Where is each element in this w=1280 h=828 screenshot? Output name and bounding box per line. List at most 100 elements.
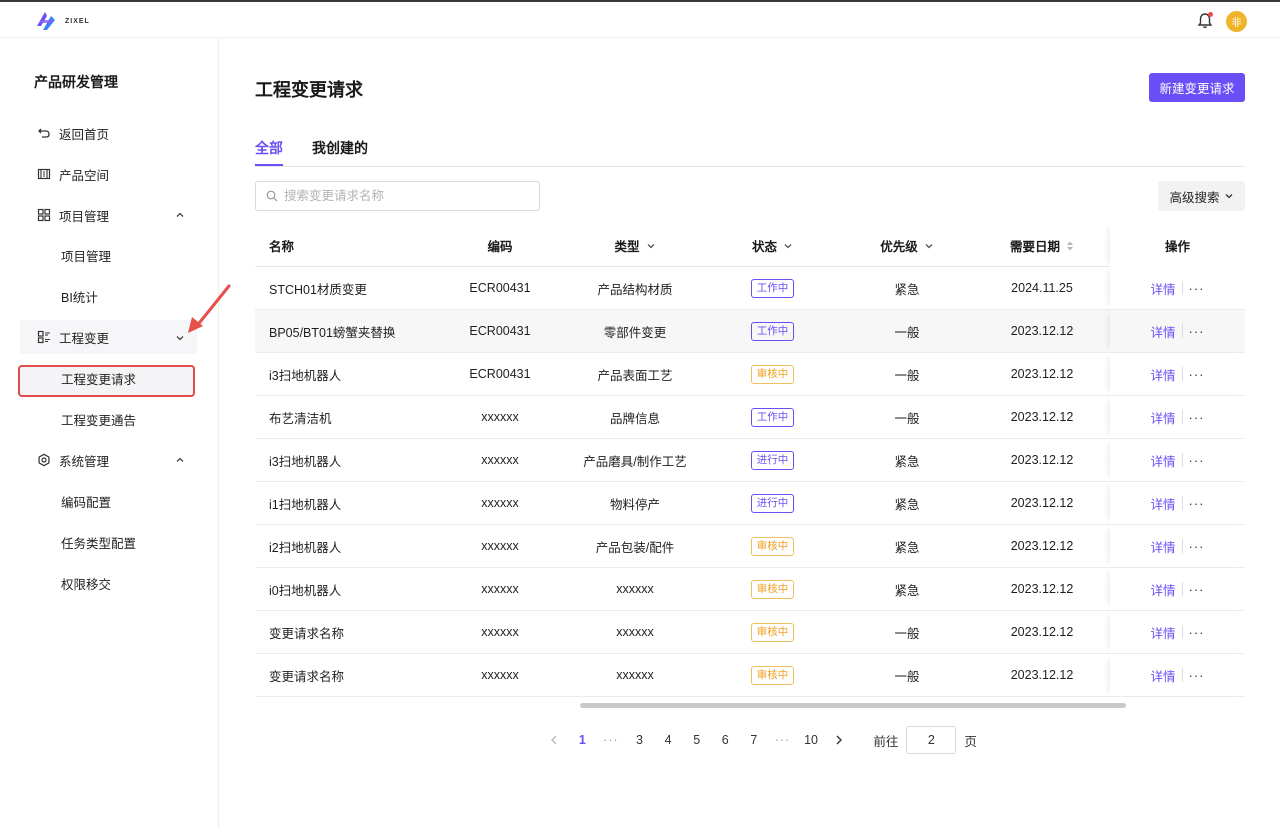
cell-priority: 一般 [894, 368, 920, 383]
sidebar-subitem-permission-transfer[interactable]: 权限移交 [61, 572, 111, 594]
logo-mark-icon [37, 12, 55, 30]
more-actions-icon[interactable]: ··· [1189, 625, 1205, 640]
table-row[interactable]: i2扫地机器人 xxxxxx 产品包装/配件 审核中 紧急 2023.12.12 详情 ··· [255, 525, 1245, 568]
sidebar-subitem-bi-stats[interactable]: BI统计 [61, 285, 98, 307]
table-row[interactable]: 变更请求名称 xxxxxx xxxxxx 审核中 一般 2023.12.12 详情 ··· [255, 654, 1245, 697]
chevron-up-icon[interactable] [174, 209, 186, 221]
sidebar-item-engineering-change[interactable]: 工程变更 [37, 326, 109, 348]
details-link[interactable]: 详情 [1150, 623, 1175, 642]
chevron-left-icon[interactable] [540, 733, 568, 747]
table-row[interactable]: i3扫地机器人 ECR00431 产品表面工艺 审核中 一般 2023.12.12 详情 ··… [255, 353, 1245, 396]
details-link[interactable]: 详情 [1150, 451, 1175, 470]
details-link[interactable]: 详情 [1150, 494, 1175, 513]
sidebar-subitem-ecn[interactable]: 工程变更通告 [61, 408, 136, 430]
search-input[interactable] [284, 189, 524, 203]
cell-actions: 详情 ··· [1110, 611, 1245, 653]
details-link[interactable]: 详情 [1150, 580, 1175, 599]
page-number[interactable]: 5 [682, 733, 711, 747]
avatar[interactable]: 非 [1226, 11, 1247, 32]
chevron-down-icon[interactable] [174, 332, 186, 344]
sidebar-item-label: 产品空间 [59, 168, 110, 183]
action-divider [1181, 324, 1183, 338]
search-box[interactable] [255, 181, 540, 211]
column-header-code: 编码 [487, 240, 513, 254]
sidebar-subitem-code-config[interactable]: 编码配置 [61, 490, 111, 512]
more-actions-icon[interactable]: ··· [1189, 281, 1205, 296]
details-link[interactable]: 详情 [1150, 537, 1175, 556]
details-link[interactable]: 详情 [1150, 365, 1175, 384]
more-actions-icon[interactable]: ··· [1189, 410, 1205, 425]
page-ellipsis[interactable]: ··· [768, 733, 797, 747]
cell-date: 2023.12.12 [1010, 367, 1074, 381]
table-header: 名称 编码 类型 状态 优先级 需要日期 操作 [255, 224, 1245, 267]
page-number[interactable]: 4 [654, 733, 683, 747]
advanced-search-button[interactable]: 高级搜索 [1158, 181, 1245, 211]
logo[interactable]: ZIXEL [33, 8, 90, 34]
page-number[interactable]: 3 [625, 733, 654, 747]
table-row[interactable]: 变更请求名称 xxxxxx xxxxxx 审核中 一般 2023.12.12 详情 ··· [255, 611, 1245, 654]
action-divider [1181, 367, 1183, 381]
more-actions-icon[interactable]: ··· [1189, 453, 1205, 468]
sidebar-title: 产品研发管理 [34, 74, 118, 90]
chevron-right-icon[interactable] [825, 733, 853, 747]
table-row[interactable]: BP05/BT01螃蟹夹替换 ECR00431 零部件变更 工作中 一般 2023.12.… [255, 310, 1245, 353]
more-actions-icon[interactable]: ··· [1189, 496, 1205, 511]
details-link[interactable]: 详情 [1150, 408, 1175, 427]
details-link[interactable]: 详情 [1150, 322, 1175, 341]
tab-created-by-me[interactable]: 我创建的 [312, 138, 368, 167]
cell-type: 产品磨具/制作工艺 [583, 454, 687, 469]
goto-page-input[interactable] [906, 726, 957, 754]
column-header-date[interactable]: 需要日期 [992, 224, 1092, 267]
cell-name: BP05/BT01螃蟹夹替换 [269, 325, 396, 340]
gear-icon [37, 453, 51, 467]
details-link[interactable]: 详情 [1150, 279, 1175, 298]
cell-name: i0扫地机器人 [269, 583, 342, 598]
page-number[interactable]: 6 [711, 733, 740, 747]
page-number[interactable]: 10 [797, 733, 826, 747]
new-change-request-button[interactable]: 新建变更请求 [1149, 73, 1245, 102]
table-row[interactable]: i1扫地机器人 xxxxxx 物料停产 进行中 紧急 2023.12.12 详情 ··· [255, 482, 1245, 525]
column-header-status[interactable]: 状态 [725, 224, 820, 267]
more-actions-icon[interactable]: ··· [1189, 324, 1205, 339]
status-badge: 审核中 [750, 622, 795, 642]
cell-actions: 详情 ··· [1110, 310, 1245, 352]
page-number[interactable]: 7 [740, 733, 769, 747]
action-divider [1181, 281, 1183, 295]
sort-icon [1067, 241, 1073, 250]
sidebar-item-home[interactable]: 返回首页 [37, 122, 109, 144]
status-badge: 工作中 [750, 278, 795, 298]
cell-date: 2023.12.12 [1010, 410, 1074, 424]
tab-label: 我创建的 [312, 140, 368, 156]
table-row[interactable]: i0扫地机器人 xxxxxx xxxxxx 审核中 紧急 2023.12.12 详情 ··· [255, 568, 1245, 611]
cell-code: ECR00431 [469, 367, 531, 381]
more-actions-icon[interactable]: ··· [1189, 539, 1205, 554]
cell-date: 2024.11.25 [1011, 281, 1073, 295]
page-ellipsis[interactable]: ··· [597, 733, 626, 747]
more-actions-icon[interactable]: ··· [1189, 668, 1205, 683]
cell-actions: 详情 ··· [1110, 568, 1245, 610]
tab-all[interactable]: 全部 [255, 138, 283, 167]
cell-name: 变更请求名称 [269, 669, 345, 684]
more-actions-icon[interactable]: ··· [1189, 367, 1205, 382]
more-actions-icon[interactable]: ··· [1189, 582, 1205, 597]
cell-type: 产品结构材质 [597, 282, 673, 297]
column-header-priority[interactable]: 优先级 [857, 224, 957, 267]
cell-type: xxxxxx [616, 582, 654, 596]
sidebar-item-system-mgmt[interactable]: 系统管理 [37, 449, 109, 471]
column-header-type[interactable]: 类型 [565, 224, 705, 267]
sidebar-item-product-space[interactable]: 产品空间 [37, 163, 109, 185]
table-row[interactable]: STCH01材质变更 ECR00431 产品结构材质 工作中 紧急 2024.11.25 详… [255, 267, 1245, 310]
details-link[interactable]: 详情 [1150, 666, 1175, 685]
advanced-search-label: 高级搜索 [1169, 190, 1220, 205]
sidebar-subitem-project-mgmt[interactable]: 项目管理 [61, 244, 111, 266]
sidebar-subitem-ecr[interactable]: 工程变更请求 [61, 367, 136, 389]
page-number[interactable]: 1 [568, 733, 597, 747]
table-row[interactable]: 布艺清洁机 xxxxxx 品牌信息 工作中 一般 2023.12.12 详情 ··· [255, 396, 1245, 439]
table-row[interactable]: i3扫地机器人 xxxxxx 产品磨具/制作工艺 进行中 紧急 2023.12.12 详情 ·… [255, 439, 1245, 482]
action-divider [1181, 582, 1183, 596]
sidebar-subitem-task-type-config[interactable]: 任务类型配置 [61, 531, 136, 553]
sidebar-item-project-mgmt[interactable]: 项目管理 [37, 204, 109, 226]
status-badge: 工作中 [750, 321, 795, 341]
chevron-up-icon[interactable] [174, 454, 186, 466]
horizontal-scrollbar[interactable] [580, 703, 1126, 708]
